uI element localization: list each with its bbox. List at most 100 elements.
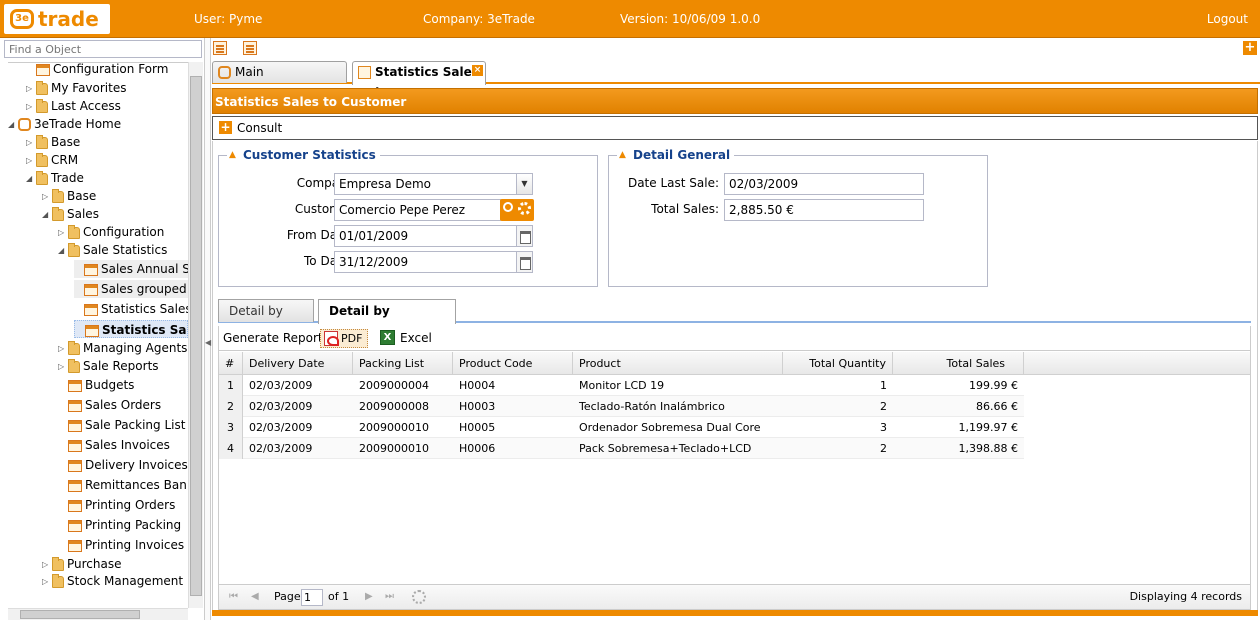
sidebar-item[interactable]: ▷ Last Access xyxy=(26,97,188,115)
sidebar-item[interactable]: ▷ Configuration xyxy=(58,223,188,241)
consult-button[interactable]: Consult xyxy=(237,121,282,135)
tree-view-icon[interactable] xyxy=(213,41,227,55)
table-row[interactable]: 4 02/03/2009 2009000010 H0006 Pack Sobremesa… xyxy=(219,438,1024,459)
customer-search-button[interactable] xyxy=(500,199,534,221)
expanded-arrow-icon[interactable]: ◢ xyxy=(58,242,68,260)
calendar-icon[interactable] xyxy=(516,251,533,273)
table-row[interactable]: 2 02/03/2009 2009000008 H0003 Teclado-Ratón … xyxy=(219,396,1024,417)
column-header[interactable]: # xyxy=(219,352,243,375)
customer-field[interactable]: Comercio Pepe Perez xyxy=(334,199,501,221)
close-icon[interactable]: × xyxy=(472,65,483,76)
sidebar-item[interactable]: ◢ Sale Statistics xyxy=(58,241,188,259)
sidebar-item[interactable]: ▷ My Favorites xyxy=(26,79,188,97)
sidebar-item[interactable]: Printing Packing xyxy=(58,516,188,534)
collapsed-arrow-icon[interactable]: ▷ xyxy=(26,98,36,116)
expanded-arrow-icon[interactable]: ◢ xyxy=(8,116,18,134)
chevron-down-icon[interactable]: ▼ xyxy=(516,173,533,195)
last-page-icon[interactable]: ⏭ xyxy=(385,592,395,602)
collapsed-arrow-icon[interactable]: ▷ xyxy=(26,134,36,152)
expanded-arrow-icon[interactable]: ◢ xyxy=(26,170,36,188)
scroll-thumb[interactable] xyxy=(20,610,140,619)
sidebar-item[interactable]: Statistics Sa xyxy=(74,320,188,338)
sidebar-item[interactable]: ◢ Trade xyxy=(26,169,188,187)
pdf-export-button[interactable]: PDF xyxy=(320,329,368,348)
find-object-input[interactable] xyxy=(4,40,202,58)
expanded-arrow-icon[interactable]: ◢ xyxy=(42,206,52,224)
search-icon xyxy=(503,202,513,212)
sidebar-item[interactable]: Remittances Ban xyxy=(58,476,188,494)
sidebar-item[interactable]: Sales Annual S xyxy=(74,260,188,278)
collapse-arrow-icon[interactable]: ◀ xyxy=(205,338,211,347)
tab-detail-by-family[interactable]: Detail by Family xyxy=(218,299,314,340)
column-header[interactable]: Total Sales xyxy=(893,352,1024,375)
scroll-thumb[interactable] xyxy=(190,76,202,596)
list-view-icon[interactable] xyxy=(243,41,257,55)
sidebar-item[interactable]: ▷ Managing Agents xyxy=(58,339,188,357)
previous-page-icon[interactable]: ◀ xyxy=(251,592,261,602)
sidebar-item[interactable]: Printing Orders xyxy=(58,496,188,514)
sidebar-item[interactable]: ▷ CRM xyxy=(26,151,188,169)
calendar-icon[interactable] xyxy=(516,225,533,247)
table-cell: 02/03/2009 xyxy=(249,421,313,434)
column-header[interactable]: Product xyxy=(573,352,783,375)
first-page-icon[interactable]: ⏮ xyxy=(229,592,239,602)
collapse-icon[interactable]: ▲ xyxy=(619,148,626,162)
collapsed-arrow-icon[interactable]: ▷ xyxy=(42,556,52,574)
sidebar-item[interactable]: ◢ 3eTrade Home xyxy=(8,115,188,133)
sidebar-item[interactable]: Sales grouped xyxy=(74,280,188,298)
collapsed-arrow-icon[interactable]: ▷ xyxy=(26,80,36,98)
sidebar-item[interactable]: Statistics Sales xyxy=(74,300,188,318)
packing-list-grid: # Delivery Date Packing List Product Code Pr… xyxy=(218,351,1251,584)
logout-link[interactable]: Logout xyxy=(1207,12,1248,26)
tree-horizontal-scrollbar[interactable] xyxy=(8,608,188,620)
sidebar-item[interactable]: Budgets xyxy=(58,376,188,394)
column-header[interactable]: Total Quantity xyxy=(783,352,893,375)
sidebar-item[interactable]: Sales Orders xyxy=(58,396,188,414)
sidebar-item[interactable]: ▷ Stock Management xyxy=(42,572,188,590)
tab-statistics-sales[interactable]: Statistics Sales t × xyxy=(352,61,486,99)
collapsed-arrow-icon[interactable]: ▷ xyxy=(42,573,52,591)
table-cell: Teclado-Ratón Inalámbrico xyxy=(579,400,725,413)
collapse-icon[interactable]: ▲ xyxy=(229,148,236,162)
sidebar-item[interactable]: ▷ Purchase xyxy=(42,555,188,573)
excel-icon[interactable]: X xyxy=(380,330,395,345)
sidebar-item[interactable]: ▷ Base xyxy=(42,187,188,205)
collapsed-arrow-icon[interactable]: ▷ xyxy=(26,152,36,170)
fieldset-legend[interactable]: ▲ Detail General xyxy=(617,148,735,162)
sidebar-item[interactable]: ▷ Sale Reports xyxy=(58,357,188,375)
collapsed-arrow-icon[interactable]: ▷ xyxy=(58,340,68,358)
collapsed-arrow-icon[interactable]: ▷ xyxy=(58,224,68,242)
folder-icon xyxy=(36,170,48,185)
page-number-input[interactable]: 1 xyxy=(301,589,323,606)
sidebar-item[interactable]: Sales Invoices xyxy=(58,436,188,454)
refresh-icon[interactable] xyxy=(412,590,426,604)
table-row[interactable]: 1 02/03/2009 2009000004 H0004 Monitor LCD 19… xyxy=(219,375,1024,396)
column-header[interactable]: Delivery Date xyxy=(243,352,353,375)
table-row[interactable]: 3 02/03/2009 2009000010 H0005 Ordenador Sobr… xyxy=(219,417,1024,438)
sidebar-item[interactable]: Configuration Form xyxy=(26,63,188,78)
tab-main[interactable]: Main xyxy=(212,61,347,83)
plus-icon[interactable]: + xyxy=(219,121,232,134)
excel-export-button[interactable]: Excel xyxy=(400,326,432,350)
from-date-field[interactable]: 01/01/2009 xyxy=(334,225,517,247)
collapsed-arrow-icon[interactable]: ▷ xyxy=(42,188,52,206)
sidebar-item[interactable]: ▷ Base xyxy=(26,133,188,151)
next-page-icon[interactable]: ▶ xyxy=(365,592,375,602)
collapsed-arrow-icon[interactable]: ▷ xyxy=(58,358,68,376)
maximize-icon[interactable]: + xyxy=(1243,41,1257,55)
sidebar-item[interactable]: Sale Packing List xyxy=(58,416,188,434)
fieldset-legend[interactable]: ▲ Customer Statistics xyxy=(227,148,380,162)
sidebar-item[interactable]: ◢ Sales xyxy=(42,205,188,223)
app-logo[interactable]: 3e trade xyxy=(4,4,110,34)
to-date-field[interactable]: 31/12/2009 xyxy=(334,251,517,273)
panel-splitter[interactable]: ◀ xyxy=(205,38,211,620)
sidebar-item[interactable]: Delivery Invoices xyxy=(58,456,188,474)
column-header[interactable]: Product Code xyxy=(453,352,573,375)
tab-detail-by-packing-list[interactable]: Detail by Packing List xyxy=(318,299,456,340)
date-last-sale-field[interactable]: 02/03/2009 xyxy=(724,173,924,195)
company-combo[interactable]: Empresa Demo xyxy=(334,173,517,195)
sidebar-item[interactable]: Printing Invoices xyxy=(58,536,188,554)
column-header[interactable]: Packing List xyxy=(353,352,453,375)
total-sales-field[interactable]: 2,885.50 € xyxy=(724,199,924,221)
tree-vertical-scrollbar[interactable] xyxy=(188,62,203,608)
